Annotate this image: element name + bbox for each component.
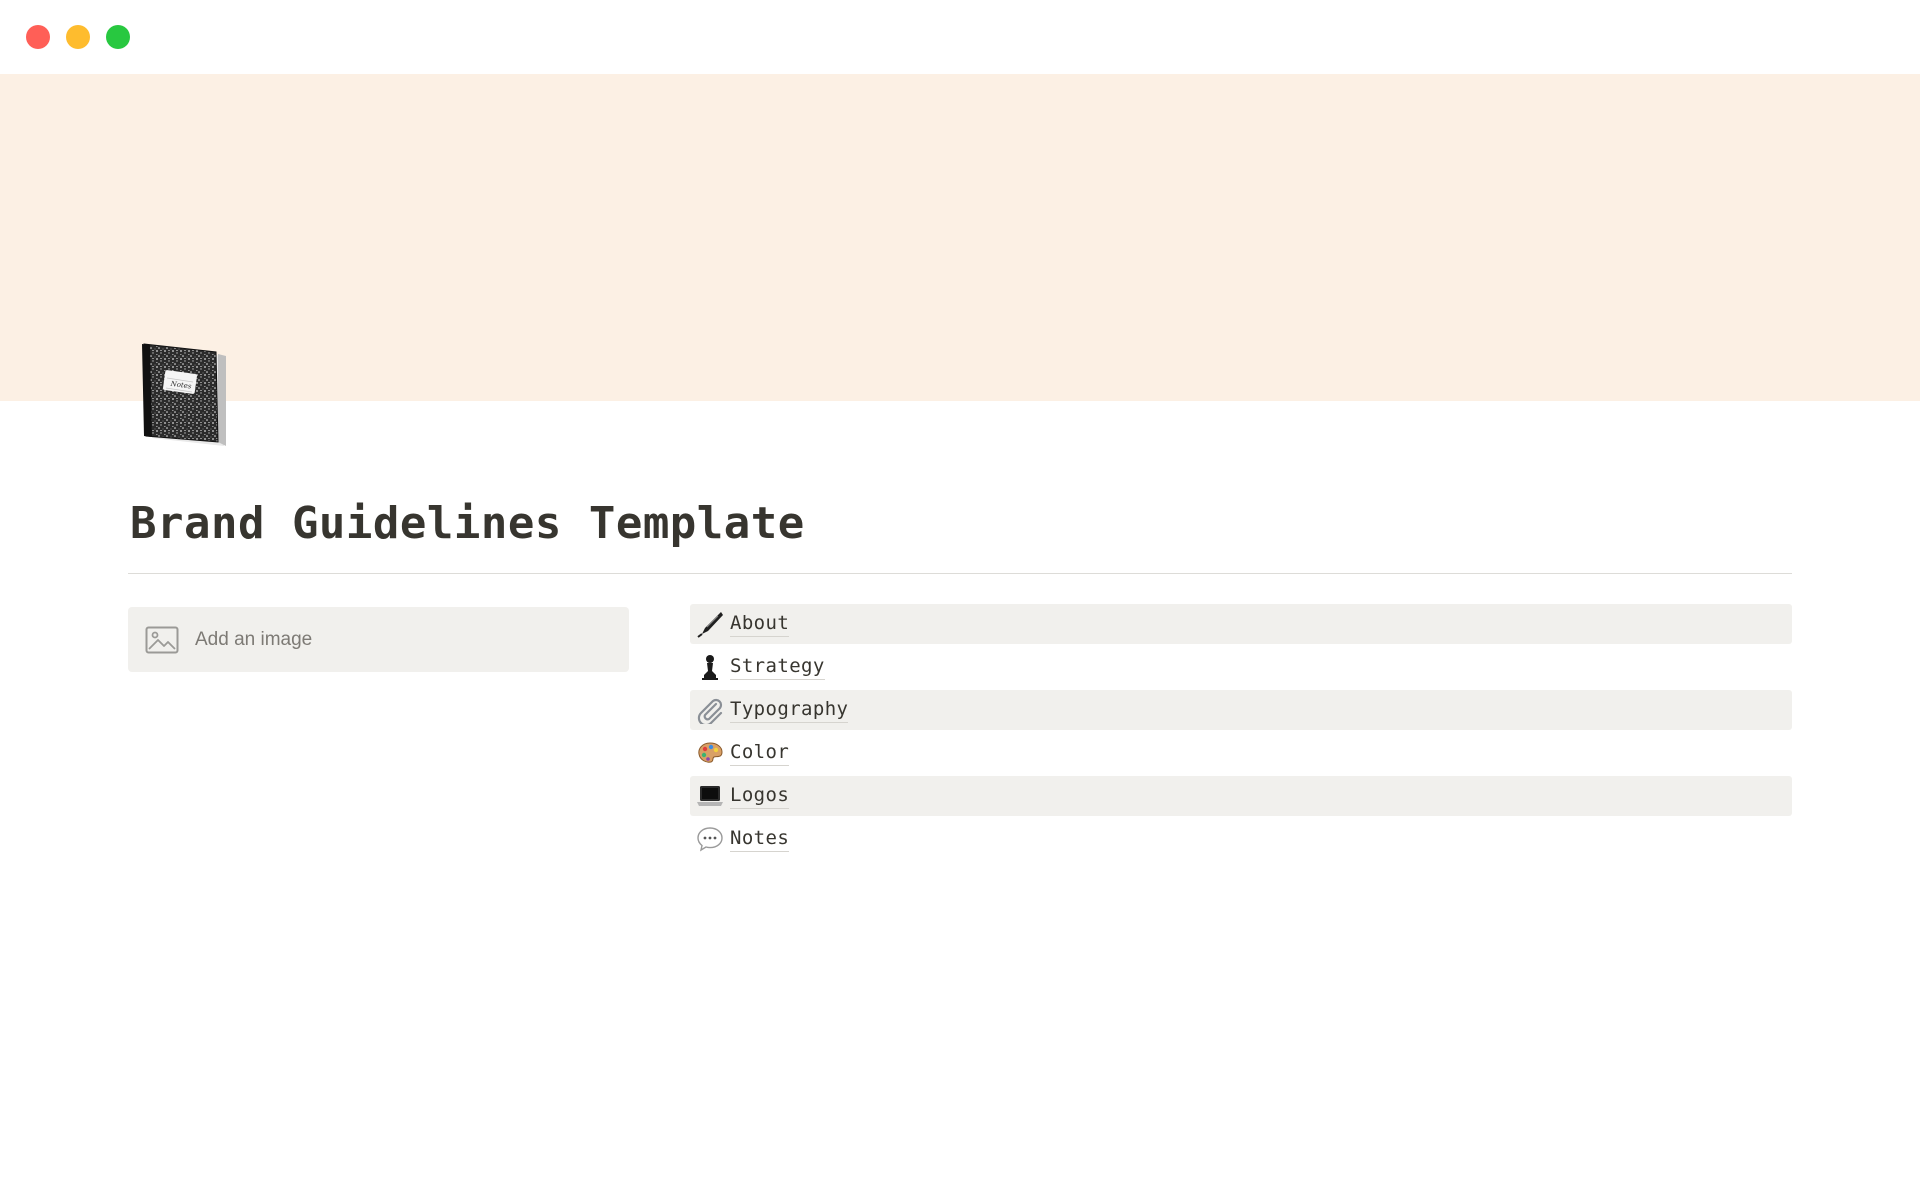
page-link-typography[interactable]: Typography	[690, 690, 1792, 730]
paperclip-icon	[695, 695, 725, 725]
page-link-notes[interactable]: Notes	[690, 819, 1792, 859]
laptop-icon	[695, 781, 725, 811]
page-link-label[interactable]: Notes	[730, 826, 790, 852]
page-link-label[interactable]: Color	[730, 740, 790, 766]
window-minimize-button[interactable]	[66, 25, 90, 49]
palette-icon	[695, 738, 725, 768]
image-icon	[145, 626, 179, 654]
notebook-icon[interactable]: Notes	[140, 342, 230, 450]
add-image-button[interactable]: Add an image	[128, 607, 629, 672]
page-link-label[interactable]: Typography	[730, 697, 849, 723]
page-link-label[interactable]: Strategy	[730, 654, 825, 680]
page-title[interactable]: Brand Guidelines Template	[130, 498, 805, 549]
page-link-strategy[interactable]: Strategy	[690, 647, 1792, 687]
window-zoom-button[interactable]	[106, 25, 130, 49]
page-cover[interactable]	[0, 74, 1920, 401]
page-link-about[interactable]: About	[690, 604, 1792, 644]
add-image-label: Add an image	[195, 628, 313, 650]
chess-pawn-icon	[695, 652, 725, 682]
page-link-logos[interactable]: Logos	[690, 776, 1792, 816]
page-link-color[interactable]: Color	[690, 733, 1792, 773]
title-divider	[128, 573, 1792, 574]
page-link-label[interactable]: About	[730, 611, 790, 637]
page-links-list: About Strategy Typography Color Logos No…	[690, 604, 1792, 862]
speech-bubble-icon	[695, 824, 725, 854]
window-close-button[interactable]	[26, 25, 50, 49]
fountain-pen-icon	[695, 609, 725, 639]
page-link-label[interactable]: Logos	[730, 783, 790, 809]
window-titlebar	[0, 0, 1920, 74]
